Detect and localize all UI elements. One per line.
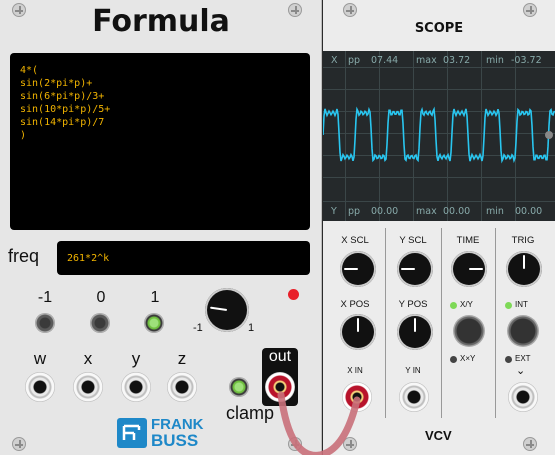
- button-label: 0: [96, 289, 106, 306]
- button-label: 1: [150, 289, 160, 306]
- scope-module: SCOPE X pp 07.44 max 03.72 min -03.72 Y …: [323, 0, 555, 455]
- input-label-y: y: [131, 349, 141, 368]
- scope-display: X pp 07.44 max 03.72 min -03.72 Y pp 00.…: [323, 51, 555, 221]
- x-in-label: X IN: [347, 366, 363, 375]
- screw-icon: [343, 437, 357, 451]
- screw-icon: [523, 3, 537, 17]
- button-label: -1: [37, 289, 53, 306]
- minus-one-button[interactable]: [35, 313, 55, 333]
- divider: [495, 228, 496, 418]
- formula-module: Formula 4*( sin(2*pi*p)+ sin(6*pi*p)/3+ …: [0, 0, 322, 455]
- trig-source-button[interactable]: [507, 315, 539, 347]
- vcv-logo: VCV: [425, 428, 452, 443]
- one-button[interactable]: [144, 313, 164, 333]
- scope-trace: [323, 106, 555, 164]
- trig-in-jack[interactable]: [508, 382, 538, 412]
- y-pp-value: 00.00: [371, 206, 399, 217]
- frank-buss-logo-icon: [117, 418, 147, 448]
- code-line: sin(6*pi*p)/3+: [20, 91, 105, 102]
- code-line: sin(2*pi*p)+: [20, 78, 93, 89]
- y-scale-label: Y SCL: [399, 235, 427, 246]
- output-jack[interactable]: [265, 372, 295, 402]
- screw-icon: [523, 437, 537, 451]
- y-scale-knob[interactable]: [397, 251, 433, 287]
- y-pos-knob[interactable]: [397, 314, 433, 350]
- code-line: sin(14*pi*p)/7: [20, 117, 105, 128]
- trigger-marker-icon: [545, 131, 553, 139]
- y-max-value: 00.00: [443, 206, 471, 217]
- code-line: sin(10*pi*p)/5+: [20, 104, 111, 115]
- x-pos-label: X POS: [340, 299, 370, 310]
- zero-button[interactable]: [90, 313, 110, 333]
- code-line: 4*(: [20, 65, 39, 76]
- trig-ext-label: EXT: [515, 354, 531, 363]
- xtimesy-mode-led: [450, 356, 457, 363]
- y-pos-label: Y POS: [398, 299, 428, 310]
- y-channel-label: Y: [331, 206, 337, 217]
- input-jack-z[interactable]: [167, 372, 197, 402]
- y-max-label: max: [416, 206, 437, 217]
- xy-mode-led: [450, 302, 457, 309]
- xy-mode-label: X/Y: [460, 300, 473, 309]
- freq-input[interactable]: 261*2^k: [57, 241, 310, 275]
- xtimesy-mode-label: X×Y: [460, 354, 476, 363]
- time-label: TIME: [456, 235, 480, 246]
- module-title: Formula: [92, 4, 230, 39]
- y-in-label: Y IN: [405, 366, 421, 375]
- input-jack-x[interactable]: [73, 372, 103, 402]
- formula-editor[interactable]: 4*( sin(2*pi*p)+ sin(6*pi*p)/3+ sin(10*p…: [10, 53, 310, 230]
- input-jack-w[interactable]: [25, 372, 55, 402]
- time-knob[interactable]: [451, 251, 487, 287]
- trig-ext-led: [505, 356, 512, 363]
- y-min-value: 00.00: [515, 206, 543, 217]
- input-label-w: w: [33, 349, 47, 368]
- error-led: [288, 289, 299, 300]
- y-in-jack[interactable]: [399, 382, 429, 412]
- knob-min-label: -1: [193, 322, 203, 334]
- x-in-jack[interactable]: [342, 382, 372, 412]
- freq-value: 261*2^k: [67, 253, 110, 264]
- screw-icon: [12, 437, 26, 451]
- input-jack-y[interactable]: [121, 372, 151, 402]
- input-label-x: x: [83, 349, 93, 368]
- mode-button[interactable]: [453, 315, 485, 347]
- y-pp-label: pp: [348, 206, 361, 217]
- trig-int-label: INT: [515, 300, 528, 309]
- screw-icon: [343, 3, 357, 17]
- trig-label: TRIG: [511, 235, 535, 246]
- clamp-label: clamp: [226, 403, 275, 423]
- trig-knob[interactable]: [506, 251, 542, 287]
- x-scale-knob[interactable]: [340, 251, 376, 287]
- brand-line2: BUSS: [151, 431, 199, 450]
- y-min-label: min: [486, 206, 504, 217]
- trig-int-led: [505, 302, 512, 309]
- scope-title: SCOPE: [414, 21, 464, 36]
- x-scale-label: X SCL: [341, 235, 369, 246]
- clamp-button[interactable]: [229, 377, 249, 397]
- out-label: out: [268, 348, 292, 365]
- divider: [441, 228, 442, 418]
- divider: [385, 228, 386, 418]
- k-knob[interactable]: [205, 288, 249, 332]
- freq-label: freq: [8, 246, 40, 266]
- brand-line1: FRANK: [151, 416, 204, 433]
- knob-max-label: 1: [248, 322, 255, 334]
- input-label-z: z: [177, 349, 187, 368]
- x-pos-knob[interactable]: [340, 314, 376, 350]
- screw-icon: [288, 437, 302, 451]
- code-line: ): [20, 130, 27, 141]
- trig-in-chevron-icon: ⌄: [516, 365, 526, 377]
